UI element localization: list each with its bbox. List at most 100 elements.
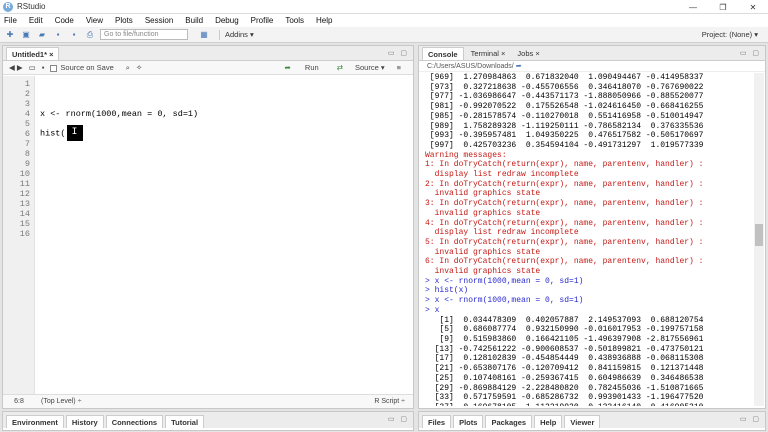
console-line: [989] 1.758289328 -1.119250111 -0.786582…	[425, 121, 704, 131]
source-on-save-label: Source on Save	[60, 63, 114, 72]
menu-profile[interactable]: Profile	[251, 16, 274, 25]
menu-view[interactable]: View	[86, 16, 103, 25]
console-line: invalid graphics state	[425, 267, 541, 277]
tab-history[interactable]: History	[65, 415, 104, 428]
tab-help[interactable]: Help	[534, 415, 563, 428]
console-line: 5: In doTryCatch(return(expr), name, par…	[425, 237, 704, 247]
grid-layout-icon[interactable]: ▦	[198, 30, 210, 40]
line-number: 9	[24, 159, 30, 169]
console-scrollbar[interactable]	[754, 73, 764, 406]
tab-packages[interactable]: Packages	[485, 415, 533, 428]
menu-bar: File Edit Code View Plots Session Build …	[0, 14, 768, 27]
main-toolbar: ✚ ▣ ▰ ▪ ▪ ⎙ Go to file/function ▦ Addins…	[0, 27, 768, 43]
tab-jobs[interactable]: Jobs ×	[512, 47, 544, 60]
restore-button[interactable]: ❐	[708, 0, 738, 14]
scrollbar-thumb[interactable]	[755, 224, 763, 246]
code-line-6[interactable]: hist(I	[40, 125, 83, 141]
pane-window-controls[interactable]: ▭ ▢	[388, 49, 409, 57]
line-number: 5	[24, 119, 30, 129]
print-icon[interactable]: ⎙	[84, 30, 96, 40]
source-button[interactable]: Source ▾	[355, 63, 385, 72]
line-number: 8	[24, 149, 30, 159]
pane-window-controls[interactable]: ▭ ▢	[388, 415, 409, 423]
line-number: 16	[19, 229, 30, 239]
console-line: [37] -0.169678105 -1.112219930 -0.133416…	[425, 403, 751, 406]
close-button[interactable]: ✕	[738, 0, 768, 14]
line-number: 13	[19, 199, 30, 209]
pane-window-controls[interactable]: ▭ ▢	[740, 415, 761, 423]
menu-file[interactable]: File	[4, 16, 17, 25]
tab-tutorial[interactable]: Tutorial	[165, 415, 205, 428]
cursor-position: 6:8	[14, 398, 24, 405]
menu-build[interactable]: Build	[185, 16, 203, 25]
console-output[interactable]: [969] 1.270984863 0.671832040 1.09049446…	[425, 73, 751, 406]
environment-pane: Environment History Connections Tutorial…	[2, 411, 414, 431]
back-arrow-icon[interactable]: ◀ ▶	[9, 63, 23, 72]
text-cursor-icon: I	[66, 125, 83, 141]
source-on-save-checkbox[interactable]	[50, 64, 58, 72]
console-line: [21] -0.653807176 -0.120709412 0.8411598…	[425, 364, 704, 374]
console-line: 3: In doTryCatch(return(expr), name, par…	[425, 199, 704, 209]
editor-status-bar: 6:8 (Top Level) ÷ R Script ÷	[3, 394, 413, 408]
run-button[interactable]: ➦ Run	[279, 63, 325, 72]
menu-tools[interactable]: Tools	[285, 16, 304, 25]
line-number: 11	[19, 179, 30, 189]
tab-plots[interactable]: Plots	[453, 415, 484, 428]
menu-debug[interactable]: Debug	[215, 16, 239, 25]
tab-connections[interactable]: Connections	[105, 415, 164, 428]
go-to-directory-icon[interactable]: ➦	[516, 62, 522, 70]
project-menu[interactable]: Project: (None) ▾	[702, 30, 758, 39]
source-editor-pane: Untitled1* × ▭ ▢ ◀ ▶ ▭ ▪ Source on Save …	[2, 45, 414, 409]
new-project-icon[interactable]: ▣	[20, 30, 32, 40]
tab-environment[interactable]: Environment	[6, 415, 64, 428]
menu-help[interactable]: Help	[316, 16, 332, 25]
minimize-button[interactable]: —	[678, 0, 708, 14]
tab-viewer[interactable]: Viewer	[564, 415, 601, 428]
addins-button[interactable]: Addins ▾	[225, 30, 254, 39]
line-number: 10	[19, 169, 30, 179]
tab-files[interactable]: Files	[422, 415, 452, 428]
file-type-select[interactable]: R Script ÷	[374, 398, 405, 405]
open-folder-icon[interactable]: ▰	[36, 30, 48, 40]
console-line: > x	[425, 305, 440, 315]
source-on-save-toggle[interactable]: Source on Save	[50, 63, 119, 72]
goto-file-input[interactable]: Go to file/function	[100, 29, 188, 40]
console-line: [9] 0.515983860 0.166421105 -1.496397908…	[425, 334, 704, 344]
environment-tab-bar: Environment History Connections Tutorial…	[3, 412, 413, 428]
save-icon[interactable]: ▪	[52, 30, 64, 40]
files-tab-bar: Files Plots Packages Help Viewer ▭ ▢	[419, 412, 765, 428]
run-label: Run	[304, 63, 319, 72]
menu-code[interactable]: Code	[55, 16, 74, 25]
show-in-window-icon[interactable]: ▭	[29, 63, 36, 72]
line-number: 7	[24, 139, 30, 149]
console-line: > x <- rnorm(1000,mean = 0, sd=1)	[425, 296, 584, 306]
search-icon[interactable]: ⌕	[126, 63, 130, 73]
new-file-icon[interactable]: ✚	[4, 30, 16, 40]
pane-window-controls[interactable]: ▭ ▢	[740, 49, 761, 57]
console-line: [973] 0.327218638 -0.455706556 0.3464180…	[425, 82, 704, 92]
console-line: [997] 0.425703236 0.354594104 -0.4917312…	[425, 140, 704, 150]
console-line: invalid graphics state	[425, 208, 541, 218]
save-file-icon[interactable]: ▪	[42, 63, 45, 72]
tab-terminal[interactable]: Terminal ×	[466, 47, 511, 60]
tab-untitled1[interactable]: Untitled1* ×	[6, 47, 60, 60]
tab-console[interactable]: Console	[422, 47, 464, 60]
save-all-icon[interactable]: ▪	[68, 30, 80, 40]
files-pane: Files Plots Packages Help Viewer ▭ ▢	[418, 411, 766, 431]
line-number: 4	[24, 109, 30, 119]
console-line: [977] -1.036986647 -0.443571173 -1.88805…	[425, 92, 704, 102]
rerun-icon[interactable]: ⇄	[337, 63, 343, 72]
line-number: 12	[19, 189, 30, 199]
outline-icon[interactable]: ≡	[397, 63, 401, 72]
menu-edit[interactable]: Edit	[29, 16, 43, 25]
line-number: 1	[24, 79, 30, 89]
line-number: 3	[24, 99, 30, 109]
menu-plots[interactable]: Plots	[115, 16, 133, 25]
wand-icon[interactable]: ✧	[136, 63, 142, 72]
code-line-4[interactable]: x <- rnorm(1000,mean = 0, sd=1)	[40, 109, 198, 119]
scope-level[interactable]: (Top Level) ÷	[41, 398, 81, 405]
console-line: display list redraw incomplete	[425, 170, 579, 180]
title-bar: R RStudio — ❐ ✕	[0, 0, 768, 14]
console-line: 2: In doTryCatch(return(expr), name, par…	[425, 179, 704, 189]
menu-session[interactable]: Session	[145, 16, 173, 25]
